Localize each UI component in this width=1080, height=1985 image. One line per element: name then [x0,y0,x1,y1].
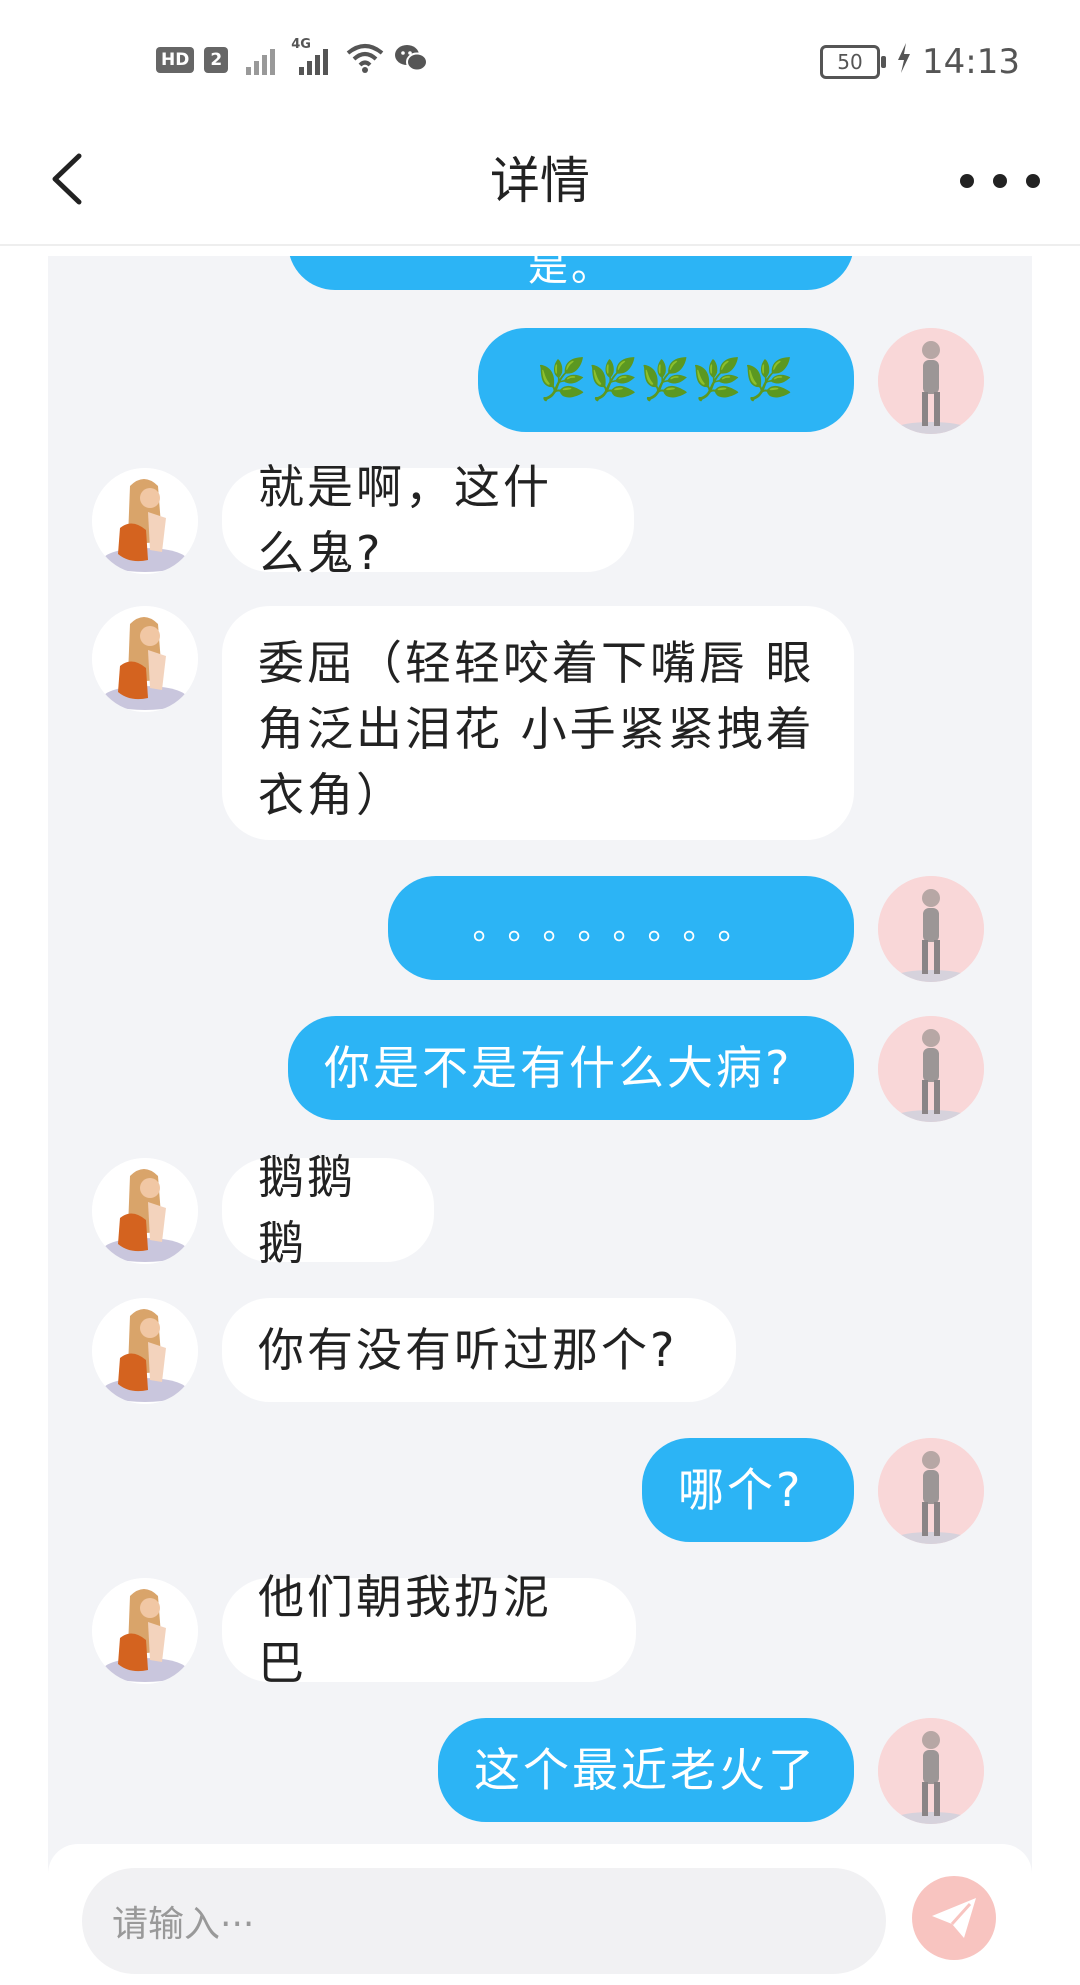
message-text: 哪个? [678,1463,804,1517]
send-icon [932,1898,976,1938]
message-bubble-received[interactable]: 鹅鹅鹅 [222,1150,434,1270]
status-bar: HD 2 4G 50 14:13 [0,0,1080,118]
nav-bar: 详情 [0,118,1080,246]
contact-avatar[interactable] [92,606,198,712]
message-text: 。。。。。。。。 [472,908,770,948]
message-bubble-sent[interactable]: 哪个? [642,1438,854,1542]
hd-badge: HD [156,47,195,73]
message-text: 是。 [528,256,614,290]
message-text: 鹅鹅鹅 [258,1150,356,1270]
message-bubble-sent[interactable]: 这个最近老火了 [438,1718,854,1822]
message-input[interactable]: 请输入··· [82,1868,886,1974]
network-type-label: 4G [291,37,311,52]
contact-avatar[interactable] [92,1298,198,1404]
contact-avatar[interactable] [92,1158,198,1264]
chat-area[interactable]: 是。 🌿🌿🌿🌿🌿 就是啊，这什么鬼? 委屈（轻轻咬着下嘴唇 眼角泛出泪花 小手紧… [48,256,1032,1985]
message-text: 🌿🌿🌿🌿🌿 [536,357,796,403]
contact-avatar[interactable] [92,1578,198,1684]
signal-off-icon [246,45,276,75]
wechat-icon [394,43,429,77]
message-text: 他们朝我扔泥巴 [258,1570,552,1690]
message-bubble-sent[interactable]: 🌿🌿🌿🌿🌿 [478,328,854,432]
battery-icon: 50 [820,45,887,79]
message-bubble-received[interactable]: 你有没有听过那个? [222,1298,736,1402]
user-avatar[interactable] [878,1016,984,1122]
user-avatar[interactable] [878,876,984,982]
more-button[interactable] [960,158,1040,204]
message-bubble-received[interactable]: 就是啊，这什么鬼? [222,460,634,580]
send-button[interactable] [912,1876,996,1960]
message-bubble-received[interactable]: 委屈（轻轻咬着下嘴唇 眼角泛出泪花 小手紧紧拽着衣角） [222,606,854,840]
message-input-bar: 请输入··· [48,1844,1032,1985]
user-avatar[interactable] [878,1438,984,1544]
message-text: 你有没有听过那个? [258,1323,678,1377]
signal-4g-icon: 4G [291,37,329,75]
message-text: 这个最近老火了 [474,1743,817,1797]
message-bubble-received[interactable]: 他们朝我扔泥巴 [222,1570,636,1690]
message-text: 就是啊，这什么鬼? [258,460,552,580]
message-bubble-sent[interactable]: 是。 [288,256,854,290]
message-text: 委屈（轻轻咬着下嘴唇 眼角泛出泪花 小手紧紧拽着衣角） [258,636,815,822]
wifi-icon [346,43,384,77]
more-dots-icon [960,174,974,188]
message-bubble-sent[interactable]: 。。。。。。。。 [388,876,854,980]
message-bubble-sent[interactable]: 你是不是有什么大病? [288,1016,854,1120]
status-icons-right: 50 14:13 [820,42,1020,82]
page-title: 详情 [490,152,590,210]
message-text: 你是不是有什么大病? [324,1041,793,1095]
contact-avatar[interactable] [92,468,198,574]
clock: 14:13 [922,42,1020,82]
charging-icon [896,42,912,82]
sim-badge: 2 [204,47,229,73]
status-icons-left: HD 2 4G [156,37,429,80]
user-avatar[interactable] [878,1718,984,1824]
user-avatar[interactable] [878,328,984,434]
